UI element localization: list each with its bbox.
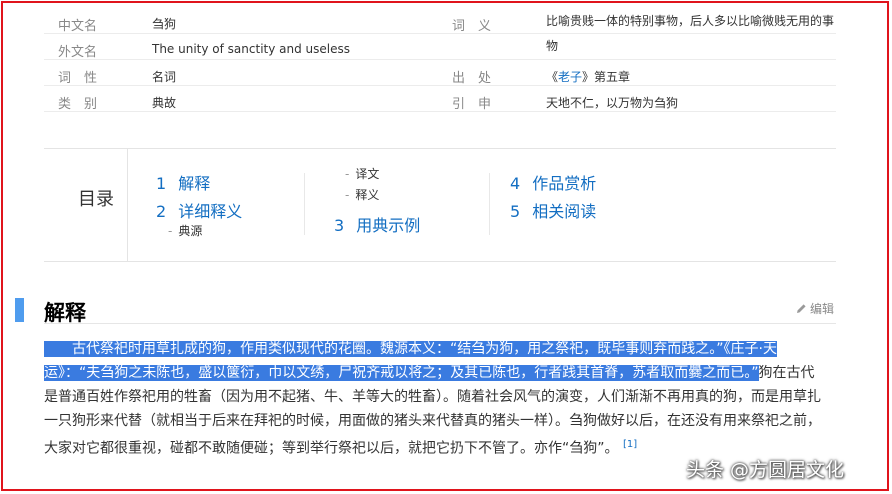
info-label: 外文名 [58, 45, 98, 60]
toc-title: 目录 [78, 189, 114, 210]
toc-subitem[interactable]: - 译文 [345, 165, 379, 182]
section-marker [15, 298, 24, 322]
info-label: 类 别 [58, 97, 98, 112]
info-row: 类 别 典故 引 申 天地不仁，以万物为刍狗 [44, 88, 836, 112]
toc-subitem[interactable]: - 释义 [345, 186, 379, 203]
table-of-contents: 目录 1 解释 2 详细释义 - 典源 - 译文 - 释义 3 用典示例 4 作品赏析 5 相关… [44, 148, 836, 262]
watermark: 头条 @方圆居文化 [686, 459, 845, 481]
toc-subitem[interactable]: - 典源 [168, 222, 202, 239]
info-row: 中文名 刍狗 词 义 比喻贵贱一体的特别事物，后人多以比喻微贱无用的事物 [44, 10, 836, 53]
toc-item-5[interactable]: 5 相关阅读 [510, 198, 596, 222]
toc-item-2[interactable]: 2 详细释义 [156, 198, 242, 222]
toc-item-3[interactable]: 3 用典示例 [334, 212, 420, 236]
selected-text: 古代祭祀时用草扎成的狗，作用类似现代的花圈。魏源本义：“结刍为狗，用之祭祀，既毕… [44, 341, 777, 357]
paragraph-line: 运》：“夫刍狗之未陈也，盛以箧衍，巾以文绣，尸祝齐戒以将之；及其已陈也，行者践其… [44, 365, 815, 381]
info-row: 外文名 The unity of sanctity and useless [44, 36, 836, 60]
paragraph-line: 一只狗形来代替（就相当于后来在拜祀的时候，用面做的猪头来代替真的猪头一样）。刍狗… [44, 413, 821, 429]
info-row: 词 性 名词 出 处 《老子》第五章 [44, 62, 836, 86]
edit-button[interactable]: 编辑 [796, 300, 834, 317]
toc-item-1[interactable]: 1 解释 [156, 170, 210, 194]
info-label: 中文名 [58, 19, 98, 34]
reference-link[interactable]: [1] [623, 439, 637, 450]
info-label: 词 义 [452, 19, 492, 34]
selected-text: 运》：“夫刍狗之未陈也，盛以箧衍，巾以文绣，尸祝齐戒以将之；及其已陈也，行者践其… [44, 365, 759, 381]
info-value: 天地不仁，以万物为刍狗 [546, 96, 679, 110]
toc-item-4[interactable]: 4 作品赏析 [510, 170, 596, 194]
info-value: 典故 [152, 96, 177, 110]
info-label: 词 性 [58, 71, 98, 86]
laozi-link[interactable]: 老子 [558, 70, 582, 84]
section-divider [44, 323, 836, 324]
toc-divider [489, 173, 490, 235]
info-label: 出 处 [452, 71, 492, 86]
pencil-icon [796, 303, 807, 317]
info-value: The unity of sanctity and useless [152, 42, 350, 56]
toc-divider [304, 173, 305, 235]
toc-title-box: 目录 [44, 149, 128, 261]
paragraph-line: 大家对它都很重视，碰都不敢随便碰；等到举行祭祀以后，就把它扔下不管了。亦作“刍狗… [44, 439, 638, 457]
info-value: 《老子》第五章 [546, 70, 631, 84]
paragraph-line: 是普通百姓作祭祀用的牲畜（因为用不起猪、牛、羊等大的牲畜）。随着社会风气的演变，… [44, 389, 821, 405]
paragraph-line: 古代祭祀时用草扎成的狗，作用类似现代的花圈。魏源本义：“结刍为狗，用之祭祀，既毕… [44, 338, 777, 360]
info-value: 名词 [152, 70, 177, 84]
info-label: 引 申 [452, 97, 492, 112]
info-value: 刍狗 [152, 17, 177, 31]
